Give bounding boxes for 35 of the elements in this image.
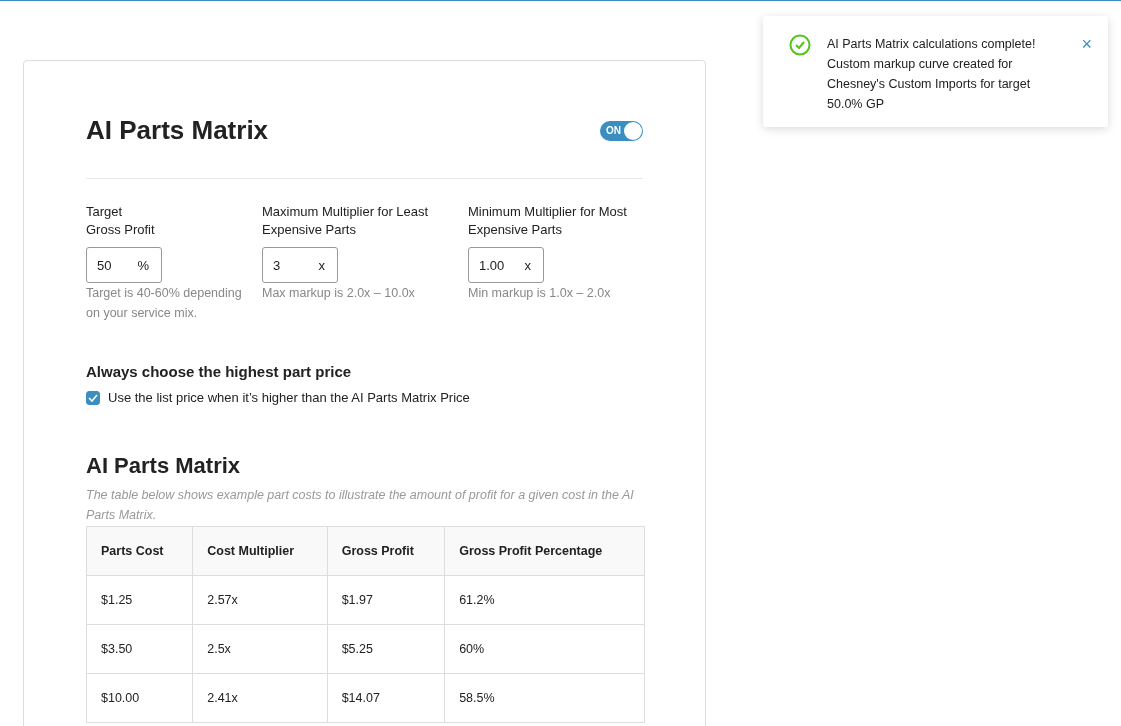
section-heading: Always choose the highest part price (86, 363, 353, 380)
input-field[interactable]: 3 x (262, 247, 338, 283)
hint-text: Min markup is 1.0x – 2.0x (468, 285, 612, 302)
close-button[interactable]: × (1081, 34, 1092, 54)
column-header: Cost Multiplier (192, 526, 328, 576)
section-title: AI Parts Matrix (86, 453, 242, 479)
table-cell: 61.2% (444, 575, 645, 625)
table-cell: $1.97 (327, 575, 445, 625)
hint-text: Target is 40-60% depending on your service mix. (86, 285, 243, 322)
table-caption: The table below shows example part costs to illustrate the amount of profit for a given cost in the AI Parts Matrix. (86, 487, 635, 524)
field-label: Minimum Multiplier for Most Expensive Parts (468, 203, 628, 239)
input-field[interactable]: 50 % (86, 247, 162, 283)
checkbox[interactable] (86, 390, 100, 405)
checkbox-label: Use the list price when it’s higher than the AI Parts Matrix Price (108, 390, 470, 405)
page-title: AI Parts Matrix (86, 115, 269, 146)
toast-message: AI Parts Matrix calculations complete! Custom markup curve created for Chesney's Custom Imports for target 50.0% GP (827, 36, 1037, 113)
input-field[interactable]: 1.00 x (468, 247, 544, 283)
table-cell: 60% (444, 624, 645, 674)
field-label: Maximum Multiplier for Least Expensive Parts (262, 203, 430, 239)
column-header: Gross Profit (327, 526, 445, 576)
table-cell: $14.07 (327, 673, 445, 723)
success-check-icon (789, 34, 811, 56)
table-cell: $1.25 (86, 575, 193, 625)
table-cell: 58.5% (444, 673, 645, 723)
table-cell: $3.50 (86, 624, 193, 674)
table-cell: $5.25 (327, 624, 445, 674)
table-cell: 2.5x (192, 624, 328, 674)
table-cell: $10.00 (86, 673, 193, 723)
table-cell: 2.41x (192, 673, 328, 723)
field-label: Target Gross Profit (86, 203, 156, 239)
hint-text: Max markup is 2.0x – 10.0x (262, 285, 416, 302)
column-header: Gross Profit Percentage (444, 526, 645, 576)
column-header: Parts Cost (86, 526, 193, 576)
table-cell: 2.57x (192, 575, 328, 625)
toggle-switch[interactable]: ON (600, 120, 643, 141)
